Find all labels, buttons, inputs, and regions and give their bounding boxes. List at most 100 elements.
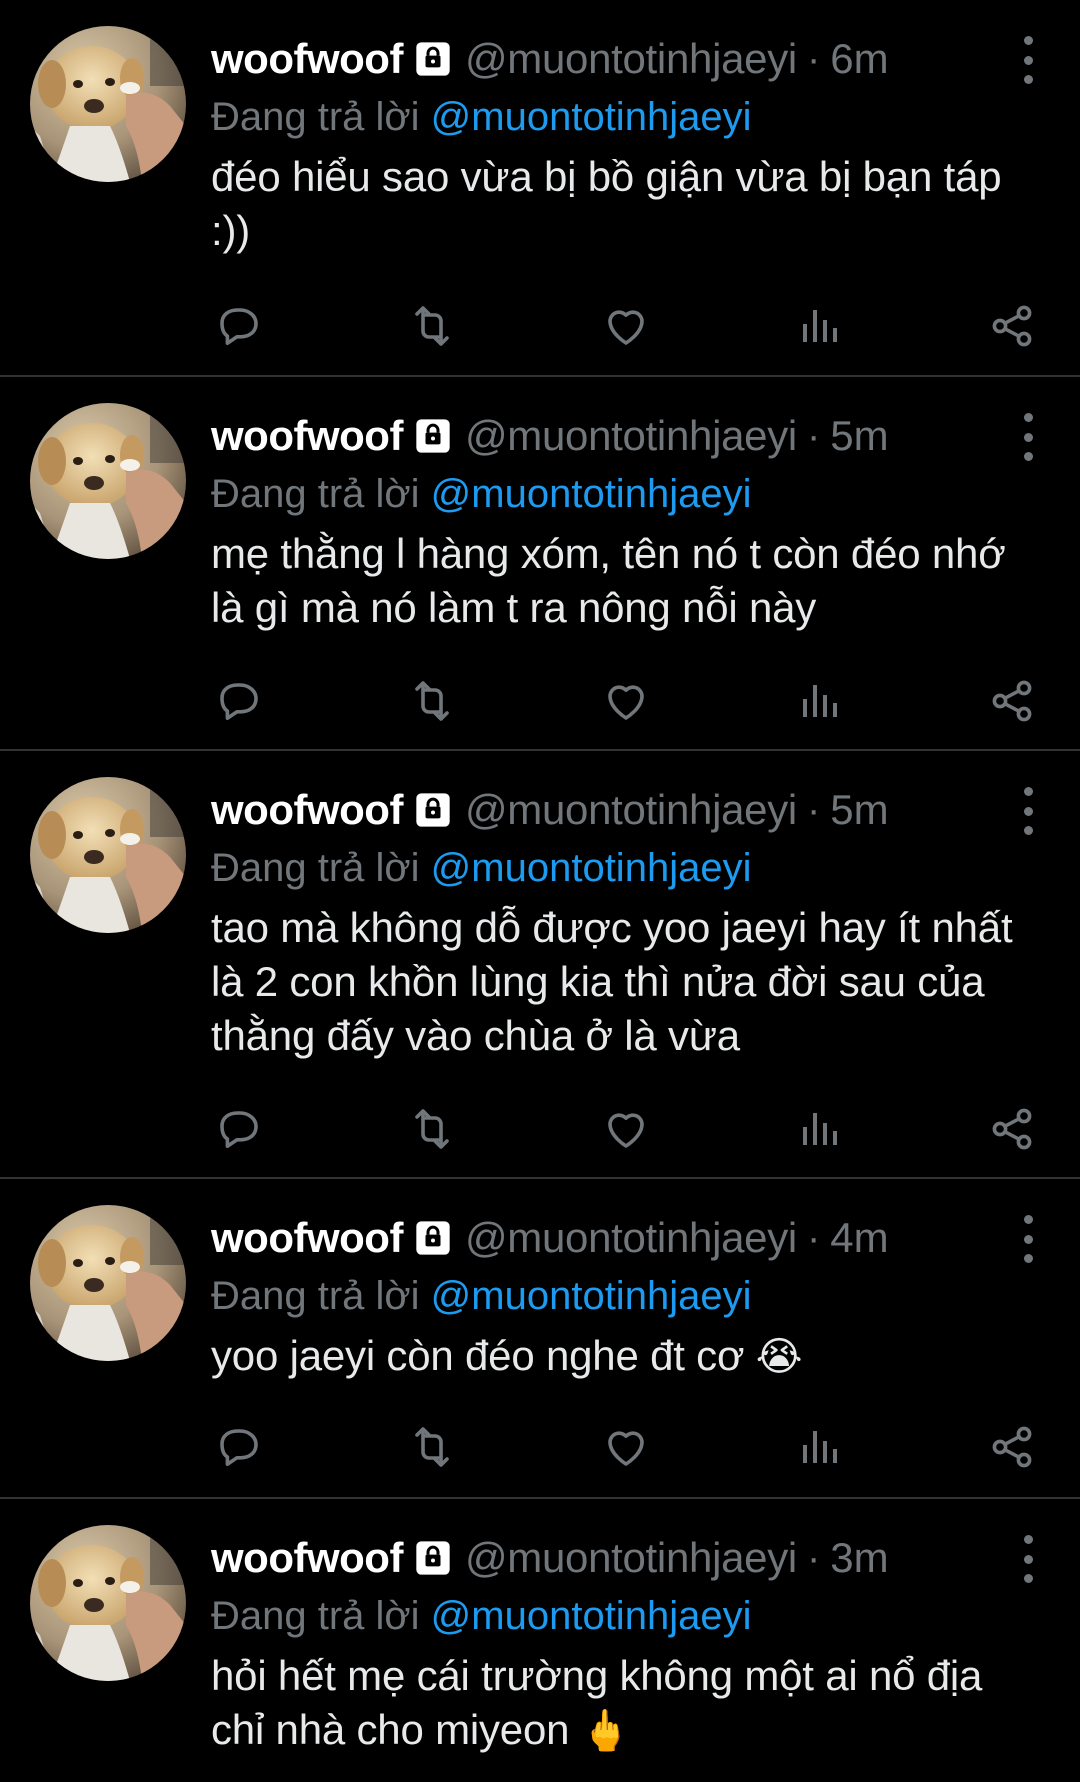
tweet-body: woofwoof @muontotinhjaeyi · 6m Đang trả …	[211, 26, 1040, 258]
timestamp[interactable]: 5m	[830, 786, 888, 834]
tweet-header: woofwoof @muontotinhjaeyi · 4m	[211, 1205, 1040, 1271]
share-icon[interactable]	[984, 298, 1040, 354]
timestamp[interactable]: 5m	[830, 412, 888, 460]
like-icon[interactable]	[598, 298, 654, 354]
display-name[interactable]: woofwoof	[211, 35, 403, 83]
crying-face-emoji: 😭	[755, 1335, 803, 1379]
more-options-icon[interactable]	[1016, 1215, 1040, 1263]
handle[interactable]: @muontotinhjaeyi	[465, 35, 797, 83]
lock-icon	[411, 1536, 455, 1580]
timestamp[interactable]: 3m	[830, 1534, 888, 1582]
tweet[interactable]: woofwoof @muontotinhjaeyi · 5m Đang trả …	[0, 377, 1080, 751]
reply-context: Đang trả lời @muontotinhjaeyi	[211, 1591, 1040, 1643]
tweet-body: woofwoof @muontotinhjaeyi · 5m Đang trả …	[211, 777, 1040, 1063]
tweet-body: woofwoof @muontotinhjaeyi · 4m Đang trả …	[211, 1205, 1040, 1383]
tweet-text: yoo jaeyi còn đéo nghe đt cơ 😭	[211, 1329, 1040, 1383]
reply-icon[interactable]	[211, 298, 267, 354]
more-options-icon[interactable]	[1016, 1535, 1040, 1583]
tweet-text-content: yoo jaeyi còn đéo nghe đt cơ	[211, 1332, 756, 1379]
reply-prefix: Đang trả lời	[211, 95, 420, 139]
retweet-icon[interactable]	[404, 1101, 460, 1157]
middle-finger-emoji: 🖕	[580, 1709, 631, 1753]
reply-prefix: Đang trả lời	[211, 1274, 420, 1318]
like-icon[interactable]	[598, 673, 654, 729]
retweet-icon[interactable]	[404, 298, 460, 354]
like-icon[interactable]	[598, 1101, 654, 1157]
share-icon[interactable]	[984, 1419, 1040, 1475]
handle[interactable]: @muontotinhjaeyi	[465, 786, 797, 834]
tweet-header: woofwoof @muontotinhjaeyi · 6m	[211, 26, 1040, 92]
reply-prefix: Đang trả lời	[211, 472, 420, 516]
lock-icon	[411, 414, 455, 458]
tweet-text-content: mẹ thằng l hàng xóm, tên nó t còn đéo nh…	[211, 530, 1018, 631]
tweet-text: hỏi hết mẹ cái trường không một ai nổ đị…	[211, 1649, 1040, 1757]
reply-icon[interactable]	[211, 1101, 267, 1157]
reply-icon[interactable]	[211, 1419, 267, 1475]
reply-prefix: Đang trả lời	[211, 1594, 420, 1638]
reply-icon[interactable]	[211, 673, 267, 729]
reply-context: Đang trả lời @muontotinhjaeyi	[211, 469, 1040, 521]
more-options-icon[interactable]	[1016, 36, 1040, 84]
separator-dot: ·	[806, 787, 821, 832]
avatar[interactable]	[30, 777, 186, 933]
views-icon[interactable]	[791, 1419, 847, 1475]
reply-mention[interactable]: @muontotinhjaeyi	[431, 846, 752, 890]
retweet-icon[interactable]	[404, 1419, 460, 1475]
avatar[interactable]	[30, 1525, 186, 1681]
tweet[interactable]: woofwoof @muontotinhjaeyi · 3m Đang trả …	[0, 1499, 1080, 1782]
tweet[interactable]: woofwoof @muontotinhjaeyi · 5m Đang trả …	[0, 751, 1080, 1179]
tweet-text-content: đéo hiểu sao vừa bị bồ giận vừa bị bạn t…	[211, 153, 1013, 254]
tweet-text: đéo hiểu sao vừa bị bồ giận vừa bị bạn t…	[211, 150, 1040, 258]
lock-icon	[411, 37, 455, 81]
reply-mention[interactable]: @muontotinhjaeyi	[431, 472, 752, 516]
share-icon[interactable]	[984, 1101, 1040, 1157]
lock-icon	[411, 1216, 455, 1260]
separator-dot: ·	[806, 1535, 821, 1580]
display-name[interactable]: woofwoof	[211, 412, 403, 460]
tweet-header: woofwoof @muontotinhjaeyi · 3m	[211, 1525, 1040, 1591]
like-icon[interactable]	[598, 1419, 654, 1475]
handle[interactable]: @muontotinhjaeyi	[465, 412, 797, 460]
tweet[interactable]: woofwoof @muontotinhjaeyi · 6m Đang trả …	[0, 0, 1080, 377]
separator-dot: ·	[806, 413, 821, 458]
avatar[interactable]	[30, 1205, 186, 1361]
avatar[interactable]	[30, 403, 186, 559]
separator-dot: ·	[806, 36, 821, 81]
reply-mention[interactable]: @muontotinhjaeyi	[431, 1274, 752, 1318]
action-bar	[211, 296, 1040, 356]
views-icon[interactable]	[791, 673, 847, 729]
action-bar	[211, 1099, 1040, 1159]
avatar[interactable]	[30, 26, 186, 182]
retweet-icon[interactable]	[404, 673, 460, 729]
tweet-body: woofwoof @muontotinhjaeyi · 5m Đang trả …	[211, 403, 1040, 635]
handle[interactable]: @muontotinhjaeyi	[465, 1534, 797, 1582]
tweet-feed: woofwoof @muontotinhjaeyi · 6m Đang trả …	[0, 0, 1080, 1782]
reply-mention[interactable]: @muontotinhjaeyi	[431, 95, 752, 139]
tweet-header: woofwoof @muontotinhjaeyi · 5m	[211, 403, 1040, 469]
tweet-header: woofwoof @muontotinhjaeyi · 5m	[211, 777, 1040, 843]
tweet-text: mẹ thằng l hàng xóm, tên nó t còn đéo nh…	[211, 527, 1040, 635]
display-name[interactable]: woofwoof	[211, 1214, 403, 1262]
tweet[interactable]: woofwoof @muontotinhjaeyi · 4m Đang trả …	[0, 1179, 1080, 1499]
more-options-icon[interactable]	[1016, 787, 1040, 835]
reply-context: Đang trả lời @muontotinhjaeyi	[211, 92, 1040, 144]
action-bar	[211, 1417, 1040, 1477]
display-name[interactable]: woofwoof	[211, 1534, 403, 1582]
timestamp[interactable]: 6m	[830, 35, 888, 83]
timestamp[interactable]: 4m	[830, 1214, 888, 1262]
tweet-text-content: tao mà không dỗ được yoo jaeyi hay ít nh…	[211, 904, 1024, 1059]
lock-icon	[411, 788, 455, 832]
share-icon[interactable]	[984, 673, 1040, 729]
tweet-text: tao mà không dỗ được yoo jaeyi hay ít nh…	[211, 901, 1040, 1063]
tweet-body: woofwoof @muontotinhjaeyi · 3m Đang trả …	[211, 1525, 1040, 1757]
action-bar	[211, 671, 1040, 731]
display-name[interactable]: woofwoof	[211, 786, 403, 834]
reply-context: Đang trả lời @muontotinhjaeyi	[211, 1271, 1040, 1323]
views-icon[interactable]	[791, 1101, 847, 1157]
handle[interactable]: @muontotinhjaeyi	[465, 1214, 797, 1262]
views-icon[interactable]	[791, 298, 847, 354]
more-options-icon[interactable]	[1016, 413, 1040, 461]
reply-mention[interactable]: @muontotinhjaeyi	[431, 1594, 752, 1638]
reply-context: Đang trả lời @muontotinhjaeyi	[211, 843, 1040, 895]
separator-dot: ·	[806, 1215, 821, 1260]
